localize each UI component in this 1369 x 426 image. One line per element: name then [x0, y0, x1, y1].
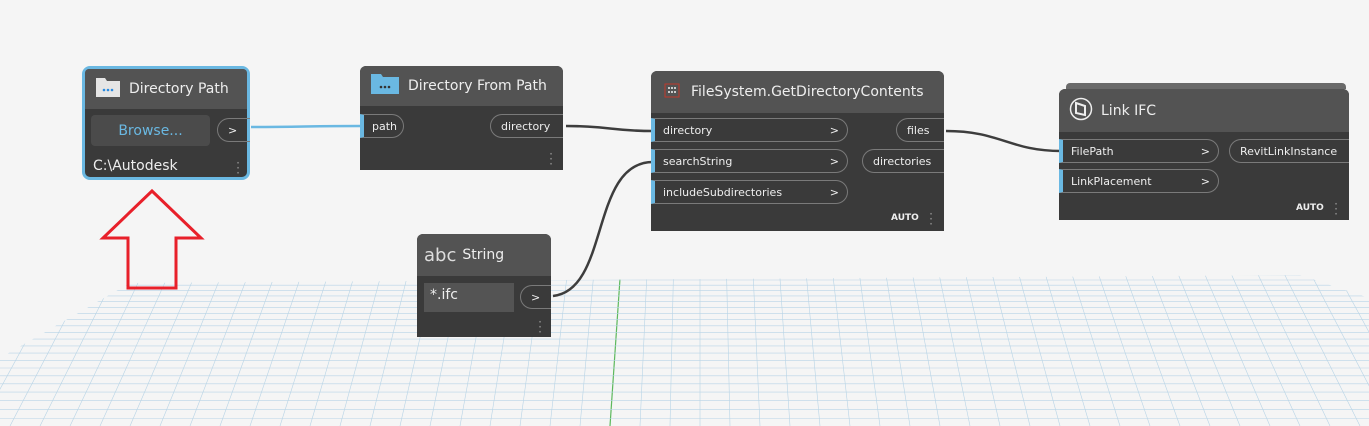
more-icon[interactable]: · · ·: [1333, 198, 1339, 220]
folder-icon: [370, 72, 400, 100]
node-title: Directory From Path: [408, 78, 547, 94]
chevron-icon: >: [1200, 174, 1210, 188]
string-icon: abc: [424, 244, 457, 266]
node-title: Directory Path: [129, 81, 229, 97]
input-port-linkplacement[interactable]: LinkPlacement >: [1059, 169, 1219, 193]
node-title: Link IFC: [1101, 102, 1157, 119]
lacing-label: AUTO: [1296, 203, 1324, 213]
output-port-files[interactable]: files: [896, 118, 944, 142]
node-link-ifc[interactable]: Link IFC FilePath > LinkPlacement > RevitL…: [1059, 89, 1349, 220]
port-label: directory: [663, 123, 713, 137]
port-label: LinkPlacement: [1071, 174, 1152, 188]
output-port[interactable]: >: [520, 285, 551, 309]
chevron-icon: >: [829, 154, 839, 168]
input-port-searchstring[interactable]: searchString >: [651, 149, 848, 173]
more-icon[interactable]: · · ·: [537, 316, 543, 338]
folder-icon: [95, 76, 121, 102]
more-icon[interactable]: · · ·: [928, 208, 934, 230]
string-input[interactable]: *.ifc: [424, 283, 514, 312]
input-port-directory[interactable]: directory >: [651, 118, 848, 142]
output-port-revitlinkinstance[interactable]: RevitLinkInstance: [1229, 139, 1349, 163]
port-label: searchString: [663, 154, 733, 168]
input-port-includesubdirectories[interactable]: includeSubdirectories >: [651, 180, 848, 204]
node-directory-path[interactable]: Directory Path Browse... > C:\Autodesk ·…: [82, 66, 250, 180]
function-icon: [661, 80, 683, 104]
output-port[interactable]: >: [217, 118, 250, 142]
lacing-label: AUTO: [891, 213, 919, 223]
port-label: FilePath: [1071, 144, 1114, 158]
chevron-icon: >: [1200, 144, 1210, 158]
input-port-path[interactable]: path: [360, 114, 404, 138]
path-value: C:\Autodesk: [93, 158, 178, 174]
node-string[interactable]: abc String *.ifc > · · ·: [417, 234, 551, 338]
output-port-directories[interactable]: directories: [862, 149, 944, 173]
chevron-icon: >: [829, 185, 839, 199]
port-label: includeSubdirectories: [663, 185, 783, 199]
output-port-directory[interactable]: directory: [490, 114, 563, 138]
more-icon[interactable]: · · ·: [235, 157, 241, 179]
node-directory-from-path[interactable]: Directory From Path path directory · · ·: [360, 66, 563, 170]
port-label: path: [372, 119, 398, 133]
more-icon[interactable]: · · ·: [548, 148, 554, 170]
chevron-icon: >: [829, 123, 839, 137]
link-ifc-icon: [1069, 97, 1093, 125]
node-title: String: [462, 247, 505, 263]
node-title: FileSystem.GetDirectoryContents: [691, 84, 924, 100]
node-get-directory-contents[interactable]: FileSystem.GetDirectoryContents director…: [651, 71, 944, 231]
browse-button[interactable]: Browse...: [91, 115, 210, 146]
input-port-filepath[interactable]: FilePath >: [1059, 139, 1219, 163]
